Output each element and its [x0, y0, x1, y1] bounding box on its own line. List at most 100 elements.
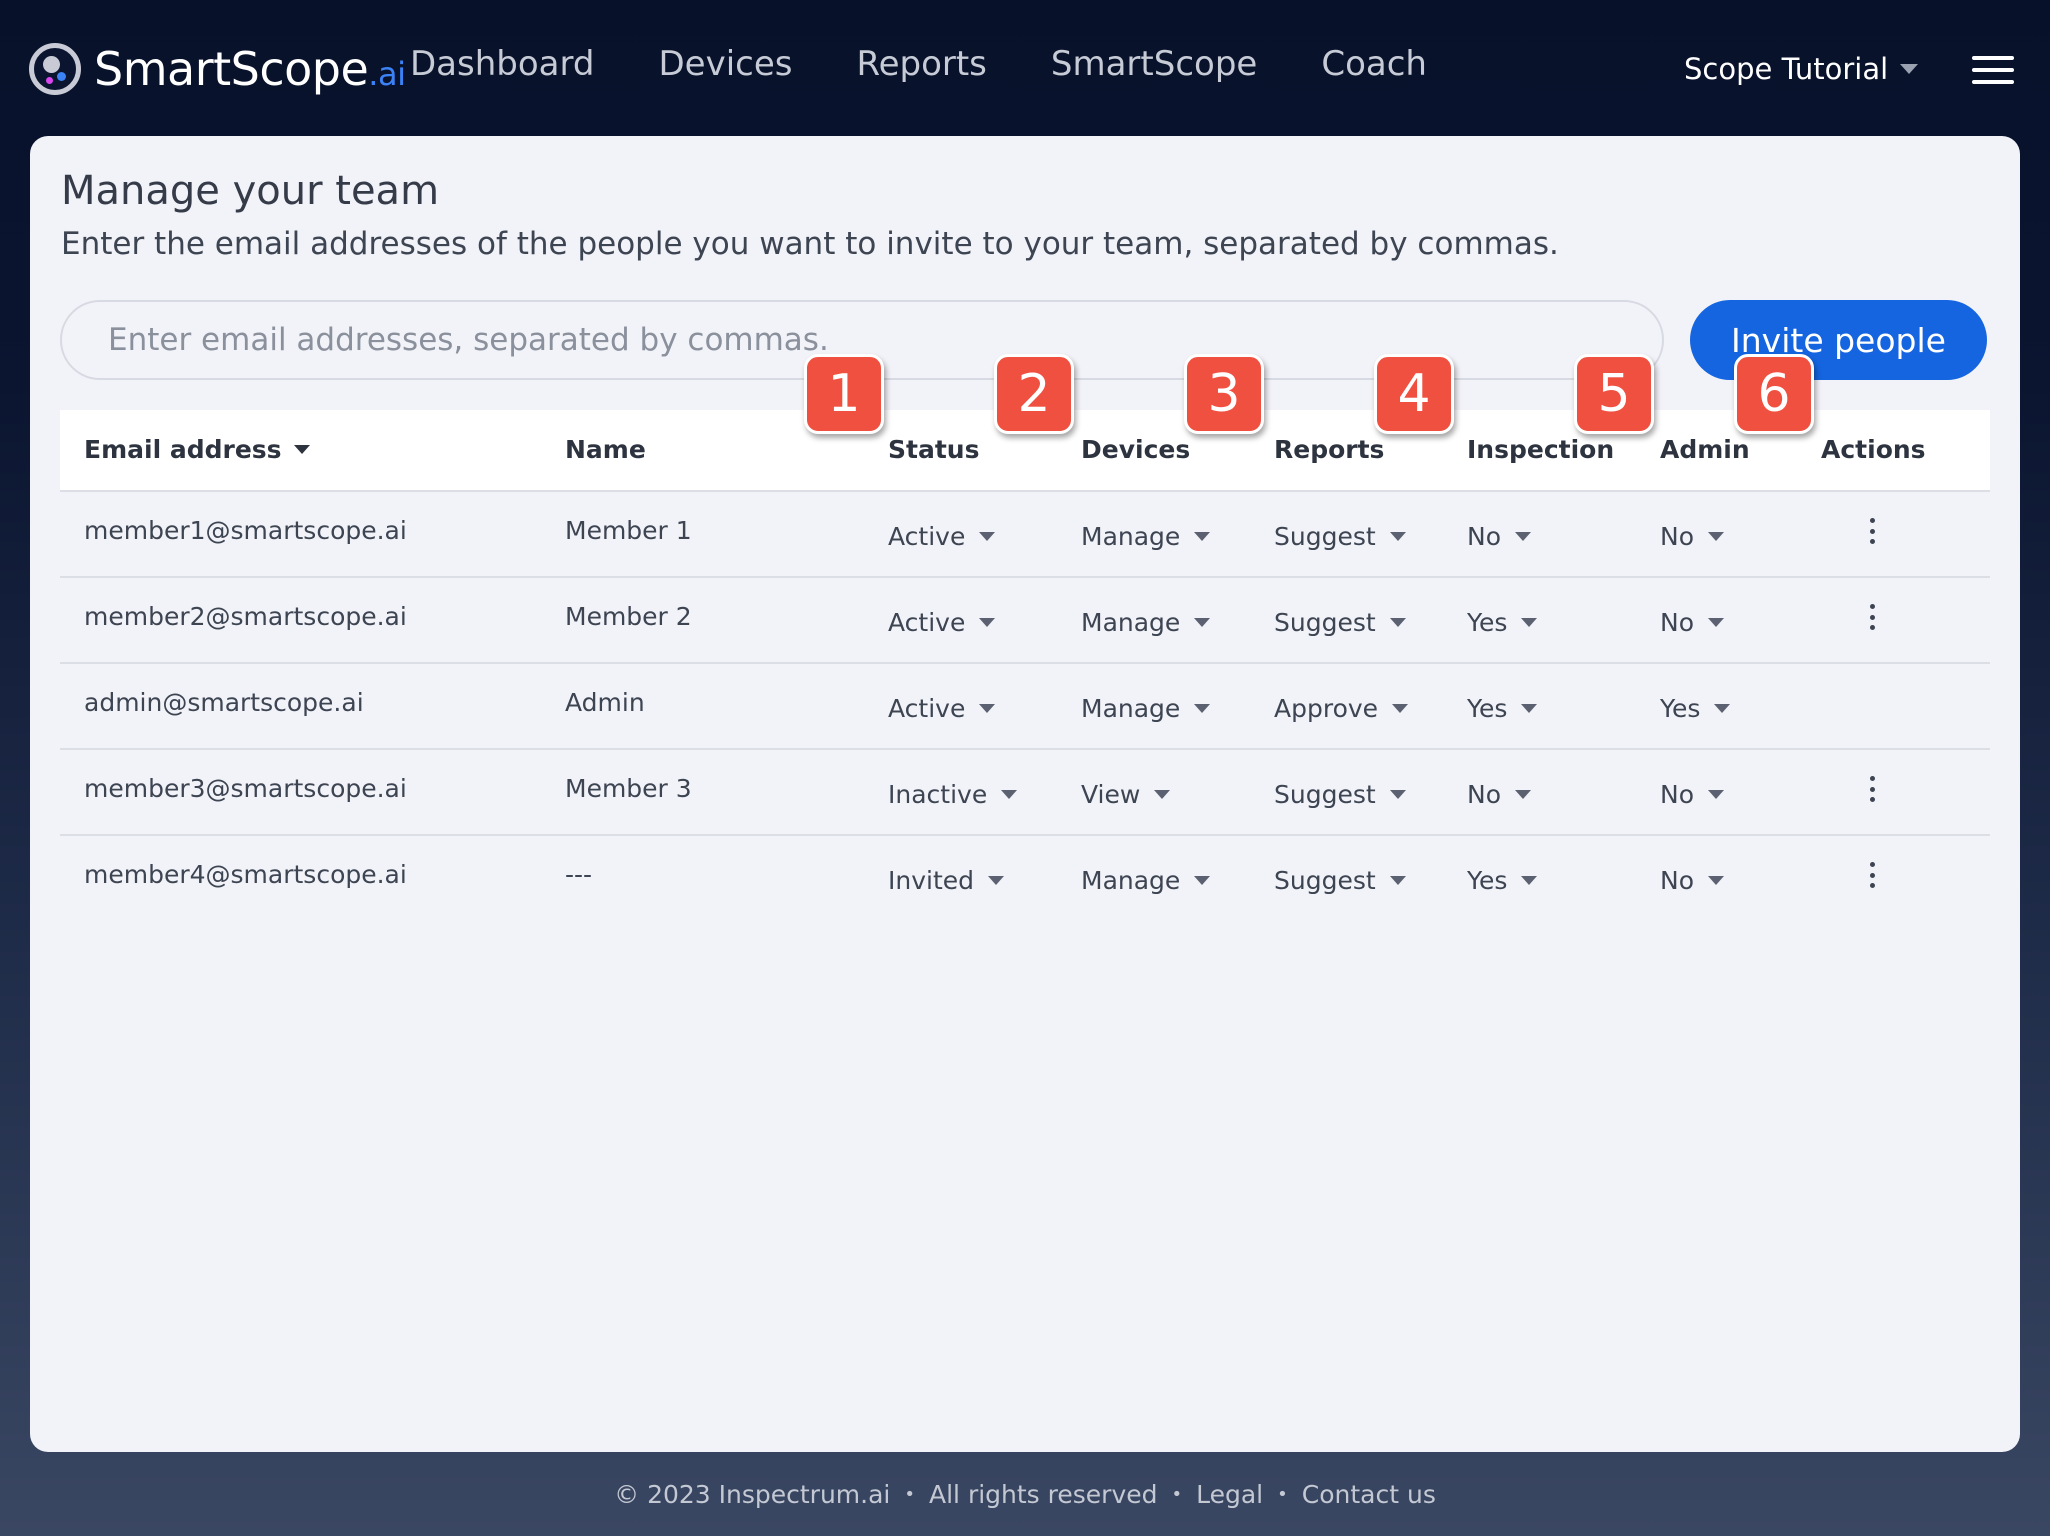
- table-row: member3@smartscope.ai Member 3 Inactive Vie…: [60, 750, 1990, 836]
- status-dropdown-value: Inactive: [888, 780, 988, 809]
- admin-dropdown-value: No: [1660, 780, 1694, 809]
- devices-dropdown-value: Manage: [1081, 694, 1181, 723]
- admin-dropdown[interactable]: No: [1660, 866, 1724, 895]
- chevron-down-icon: [1194, 704, 1211, 713]
- callout-badge-3: 3: [1184, 354, 1264, 434]
- chevron-down-icon: [1515, 532, 1531, 541]
- smartscope-logo[interactable]: SmartScope.ai: [29, 39, 406, 99]
- member-name: Member 2: [565, 602, 692, 631]
- manage-team-card: Manage your team Enter the email address…: [30, 136, 2020, 1452]
- chevron-down-icon: [1194, 532, 1211, 541]
- page-subtitle: Enter the email addresses of the people …: [61, 226, 1559, 262]
- devices-dropdown[interactable]: View: [1081, 780, 1171, 809]
- logo-text: SmartScope.ai: [94, 42, 406, 96]
- inspection-dropdown[interactable]: No: [1467, 522, 1531, 551]
- chevron-down-icon: [1515, 790, 1531, 799]
- status-dropdown[interactable]: Active: [888, 522, 996, 551]
- team-table: Email address Name Status Devices Report…: [60, 410, 1990, 920]
- chevron-down-icon: [1708, 876, 1724, 885]
- inspection-dropdown[interactable]: Yes: [1467, 608, 1538, 637]
- member-name: ---: [565, 860, 593, 889]
- sort-down-icon: [293, 445, 310, 454]
- inspection-dropdown-value: Yes: [1467, 866, 1508, 895]
- nav-item-smartscope[interactable]: SmartScope: [1051, 44, 1257, 84]
- inspection-dropdown[interactable]: No: [1467, 780, 1531, 809]
- chevron-down-icon: [1708, 532, 1724, 541]
- reports-dropdown[interactable]: Suggest: [1274, 866, 1406, 895]
- chevron-down-icon: [1521, 876, 1538, 885]
- reports-dropdown-value: Suggest: [1274, 608, 1376, 637]
- admin-dropdown[interactable]: Yes: [1660, 694, 1731, 723]
- chevron-down-icon: [979, 618, 996, 627]
- more-actions-icon[interactable]: [1865, 862, 1879, 888]
- devices-dropdown[interactable]: Manage: [1081, 866, 1211, 895]
- footer-rights: All rights reserved: [929, 1480, 1158, 1509]
- devices-dropdown[interactable]: Manage: [1081, 608, 1211, 637]
- logo-mark-icon: [29, 43, 81, 95]
- admin-dropdown-value: No: [1660, 866, 1694, 895]
- member-name: Admin: [565, 688, 645, 717]
- column-header-email[interactable]: Email address: [84, 435, 310, 464]
- inspection-dropdown[interactable]: Yes: [1467, 866, 1538, 895]
- callout-badge-2: 2: [994, 354, 1074, 434]
- reports-dropdown[interactable]: Suggest: [1274, 780, 1406, 809]
- inspection-dropdown[interactable]: Yes: [1467, 694, 1538, 723]
- member-name: Member 3: [565, 774, 692, 803]
- nav-item-dashboard[interactable]: Dashboard: [410, 44, 594, 84]
- status-dropdown[interactable]: Invited: [888, 866, 1005, 895]
- reports-dropdown[interactable]: Suggest: [1274, 522, 1406, 551]
- scope-selector[interactable]: Scope Tutorial: [1684, 52, 1919, 86]
- status-dropdown-value: Active: [888, 608, 966, 637]
- devices-dropdown[interactable]: Manage: [1081, 522, 1211, 551]
- devices-dropdown-value: Manage: [1081, 866, 1181, 895]
- inspection-dropdown-value: No: [1467, 780, 1501, 809]
- column-header-actions: Actions: [1821, 435, 1926, 464]
- admin-dropdown[interactable]: No: [1660, 780, 1724, 809]
- nav-item-devices[interactable]: Devices: [658, 44, 792, 84]
- member-email: member2@smartscope.ai: [84, 602, 407, 631]
- member-email: member3@smartscope.ai: [84, 774, 407, 803]
- chevron-down-icon: [988, 876, 1005, 885]
- status-dropdown[interactable]: Active: [888, 608, 996, 637]
- chevron-down-icon: [1389, 618, 1406, 627]
- footer-separator: •: [1171, 1484, 1183, 1505]
- admin-dropdown[interactable]: No: [1660, 608, 1724, 637]
- inspection-dropdown-value: Yes: [1467, 608, 1508, 637]
- member-name: Member 1: [565, 516, 692, 545]
- footer-legal-link[interactable]: Legal: [1196, 1480, 1263, 1509]
- chevron-down-icon: [1714, 704, 1731, 713]
- more-actions-icon[interactable]: [1865, 518, 1879, 544]
- table-row: admin@smartscope.ai Admin Active Manage Appr…: [60, 664, 1990, 750]
- reports-dropdown[interactable]: Suggest: [1274, 608, 1406, 637]
- devices-dropdown[interactable]: Manage: [1081, 694, 1211, 723]
- admin-dropdown-value: No: [1660, 522, 1694, 551]
- nav-item-coach[interactable]: Coach: [1321, 44, 1427, 84]
- footer-contact-link[interactable]: Contact us: [1302, 1480, 1436, 1509]
- table-row: member1@smartscope.ai Member 1 Active Manag…: [60, 492, 1990, 578]
- status-dropdown[interactable]: Active: [888, 694, 996, 723]
- hamburger-menu-icon[interactable]: [1972, 56, 2014, 84]
- scope-selector-label: Scope Tutorial: [1684, 52, 1889, 86]
- chevron-down-icon: [1389, 790, 1406, 799]
- column-header-name: Name: [565, 435, 646, 464]
- column-header-reports: Reports: [1274, 435, 1385, 464]
- callout-badge-4: 4: [1374, 354, 1454, 434]
- main-nav: Dashboard Devices Reports SmartScope Coa…: [410, 44, 1427, 84]
- column-header-admin: Admin: [1660, 435, 1750, 464]
- page-title: Manage your team: [61, 168, 440, 214]
- more-actions-icon[interactable]: [1865, 604, 1879, 630]
- more-actions-icon[interactable]: [1865, 776, 1879, 802]
- reports-dropdown[interactable]: Approve: [1274, 694, 1409, 723]
- chevron-down-icon: [1389, 876, 1406, 885]
- inspection-dropdown-value: Yes: [1467, 694, 1508, 723]
- page-footer: © 2023 Inspectrum.ai • All rights reserv…: [0, 1480, 2050, 1509]
- nav-item-reports[interactable]: Reports: [856, 44, 986, 84]
- footer-copyright: © 2023 Inspectrum.ai: [614, 1480, 891, 1509]
- status-dropdown-value: Invited: [888, 866, 975, 895]
- reports-dropdown-value: Suggest: [1274, 522, 1376, 551]
- chevron-down-icon: [1521, 618, 1538, 627]
- status-dropdown[interactable]: Inactive: [888, 780, 1018, 809]
- chevron-down-icon: [1154, 790, 1171, 799]
- admin-dropdown[interactable]: No: [1660, 522, 1724, 551]
- devices-dropdown-value: View: [1081, 780, 1141, 809]
